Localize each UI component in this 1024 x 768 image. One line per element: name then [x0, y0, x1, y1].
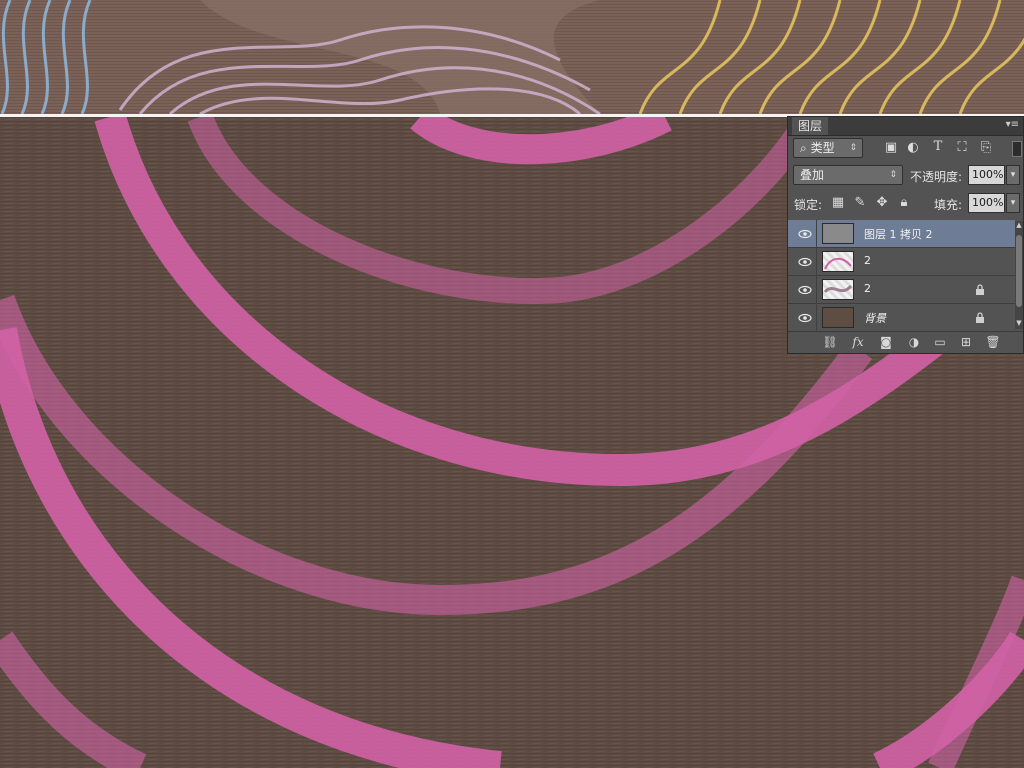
updown-arrows-icon: ⇕ — [889, 170, 897, 180]
type-filter-icon[interactable]: T — [930, 139, 946, 154]
scroll-down-icon[interactable]: ▼ — [1015, 319, 1023, 329]
opacity-dropdown-icon[interactable]: ▾ — [1006, 165, 1020, 185]
layers-panel-footer: ⛓ fx ◙ ◑ ▭ ⊞ 🗑︎ — [788, 331, 1023, 354]
lock-icon — [976, 284, 984, 295]
link-layers-icon[interactable]: ⛓ — [822, 335, 838, 351]
tab-layers[interactable]: 图层 — [792, 117, 829, 135]
layer-row[interactable]: 背景 — [788, 304, 1015, 332]
blend-mode-value: 叠加 — [800, 168, 825, 182]
layers-panel-header: 图层 ▾≡ — [788, 117, 1023, 136]
layer-row[interactable]: 2 — [788, 276, 1015, 304]
layer-thumbnail — [822, 279, 854, 300]
layer-name: 图层 1 拷贝 2 — [864, 228, 933, 241]
add-mask-icon[interactable]: ◙ — [878, 335, 894, 351]
panel-menu-icon[interactable]: ▾≡ — [1006, 119, 1019, 130]
lock-icon — [976, 312, 984, 323]
lock-pixels-icon[interactable]: ▦ — [830, 195, 846, 210]
layer-row[interactable]: 2 — [788, 248, 1015, 276]
layer-name: 2 — [864, 254, 871, 267]
layer-name: 背景 — [864, 312, 886, 325]
lock-all-icon[interactable]: 🔒︎ — [896, 195, 912, 210]
adjustment-filter-icon[interactable]: ◐ — [905, 140, 921, 155]
layers-scrollbar[interactable]: ▲ ▼ — [1015, 221, 1023, 329]
layer-name: 2 — [864, 282, 871, 295]
layer-thumbnail — [822, 307, 854, 328]
layer-list: 图层 1 拷贝 2 2 2 背景 — [788, 220, 1023, 332]
opacity-field[interactable]: 100% — [968, 165, 1005, 185]
opacity-label: 不透明度: — [910, 170, 963, 184]
blend-mode-select[interactable]: 叠加 ⇕ — [793, 165, 903, 185]
eye-icon[interactable] — [798, 312, 812, 324]
blend-row: 叠加 ⇕ 不透明度: 100% ▾ — [788, 164, 1023, 186]
eye-icon[interactable] — [798, 284, 812, 296]
fill-field[interactable]: 100% — [968, 193, 1005, 213]
layers-panel: 图层 ▾≡ ⌕ 类型 ⇕ ▣ ◐ T ⛶ ⎘ 叠加 ⇕ 不透明度: 100% ▾… — [787, 116, 1024, 354]
new-group-icon[interactable]: ▭ — [932, 335, 948, 351]
new-layer-icon[interactable]: ⊞ — [958, 335, 974, 351]
fill-label: 填充: — [934, 198, 963, 212]
shape-filter-icon[interactable]: ⛶ — [954, 140, 970, 155]
eye-icon[interactable] — [798, 228, 812, 240]
smart-object-filter-icon[interactable]: ⎘ — [978, 140, 994, 155]
lock-label: 锁定: — [794, 198, 823, 212]
adjustment-layer-icon[interactable]: ◑ — [906, 335, 922, 351]
fill-dropdown-icon[interactable]: ▾ — [1006, 193, 1020, 213]
scroll-up-icon[interactable]: ▲ — [1015, 221, 1023, 231]
filter-toggle[interactable] — [1012, 141, 1022, 157]
lock-paint-icon[interactable]: ✎ — [852, 195, 868, 210]
lock-row: 锁定: ▦ ✎ ✥ 🔒︎ 填充: 100% ▾ — [788, 192, 1023, 214]
lock-position-icon[interactable]: ✥ — [874, 195, 890, 210]
layer-thumbnail — [822, 251, 854, 272]
search-icon: ⌕ — [800, 141, 807, 155]
filter-kind-select[interactable]: ⌕ 类型 ⇕ — [793, 138, 863, 158]
delete-layer-icon[interactable]: 🗑︎ — [985, 335, 1001, 351]
layer-row[interactable]: 图层 1 拷贝 2 — [788, 220, 1015, 248]
scroll-thumb[interactable] — [1016, 235, 1022, 307]
updown-arrows-icon: ⇕ — [849, 143, 857, 153]
filter-kind-label: 类型 — [810, 141, 835, 155]
fx-icon[interactable]: fx — [850, 335, 866, 351]
image-filter-icon[interactable]: ▣ — [883, 140, 899, 155]
filter-row: ⌕ 类型 ⇕ ▣ ◐ T ⛶ ⎘ — [788, 137, 1023, 159]
canvas-preview-strip — [0, 0, 1024, 114]
eye-icon[interactable] — [798, 256, 812, 268]
layer-thumbnail — [822, 223, 854, 244]
